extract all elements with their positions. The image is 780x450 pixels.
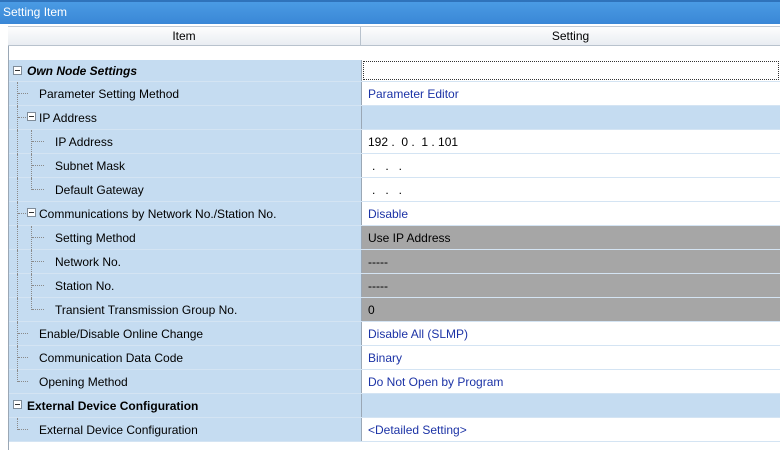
tree-row-own-node-settings[interactable]: Own Node Settings: [9, 60, 780, 82]
tree-row-transient-transmission-group[interactable]: Transient Transmission Group No. 0: [9, 298, 780, 322]
row-label: Transient Transmission Group No.: [55, 302, 238, 317]
row-label: Opening Method: [39, 374, 128, 389]
row-value: [362, 106, 780, 129]
tree-row-communication-data-code[interactable]: Communication Data Code Binary: [9, 346, 780, 370]
tree-row-external-device-group[interactable]: External Device Configuration: [9, 394, 780, 418]
row-label: Setting Method: [55, 230, 136, 245]
tree-row-parameter-setting-method[interactable]: Parameter Setting Method Parameter Edito…: [9, 82, 780, 106]
collapse-toggle-icon[interactable]: [27, 112, 36, 121]
row-value[interactable]: Disable All (SLMP): [362, 322, 780, 345]
column-header-item[interactable]: Item: [8, 27, 361, 45]
tree-row-network-no[interactable]: Network No. -----: [9, 250, 780, 274]
row-value: -----: [362, 250, 780, 273]
window-title: Setting Item: [0, 0, 780, 24]
row-label: Communication Data Code: [39, 350, 184, 365]
row-value[interactable]: Binary: [362, 346, 780, 369]
default-gateway-field[interactable]: . . .: [362, 178, 780, 201]
subnet-mask-field[interactable]: . . .: [362, 154, 780, 177]
row-label: IP Address: [39, 110, 97, 125]
row-label: External Device Configuration: [27, 398, 199, 413]
column-header-setting[interactable]: Setting: [361, 27, 780, 45]
row-label: Communications by Network No./Station No…: [39, 206, 277, 221]
tree-row-subnet-mask[interactable]: Subnet Mask . . .: [9, 154, 780, 178]
row-value: -----: [362, 274, 780, 297]
row-label: Parameter Setting Method: [39, 86, 180, 101]
tree-row-communications-by-network[interactable]: Communications by Network No./Station No…: [9, 202, 780, 226]
settings-grid: Own Node Settings Parameter Setting Meth…: [8, 46, 780, 450]
row-value: Use IP Address: [362, 226, 780, 249]
tree-row-external-device-configuration[interactable]: External Device Configuration <Detailed …: [9, 418, 780, 442]
ip-address-field[interactable]: 192 . 0 . 1 . 101: [362, 130, 780, 153]
setting-item-window: Setting Item Item Setting Own Node Setti…: [0, 0, 780, 450]
row-label: IP Address: [55, 134, 113, 149]
row-label: Station No.: [55, 278, 115, 293]
tree-row-online-change[interactable]: Enable/Disable Online Change Disable All…: [9, 322, 780, 346]
tree-row-opening-method[interactable]: Opening Method Do Not Open by Program: [9, 370, 780, 394]
row-value: 0: [362, 298, 780, 321]
tree-row-default-gateway[interactable]: Default Gateway . . .: [9, 178, 780, 202]
row-label: External Device Configuration: [39, 422, 198, 437]
collapse-toggle-icon[interactable]: [13, 400, 22, 409]
row-label: Subnet Mask: [55, 158, 126, 173]
row-label: Own Node Settings: [27, 63, 138, 78]
tree-row-station-no[interactable]: Station No. -----: [9, 274, 780, 298]
detailed-setting-link[interactable]: <Detailed Setting>: [362, 418, 780, 441]
collapse-toggle-icon[interactable]: [27, 208, 36, 217]
row-value[interactable]: Parameter Editor: [362, 82, 780, 105]
tree-row-ip-address[interactable]: IP Address 192 . 0 . 1 . 101: [9, 130, 780, 154]
row-value: [362, 394, 780, 417]
row-label: Enable/Disable Online Change: [39, 326, 204, 341]
row-value[interactable]: [362, 60, 780, 81]
tree-row-ip-address-group[interactable]: IP Address: [9, 106, 780, 130]
row-value[interactable]: Do Not Open by Program: [362, 370, 780, 393]
row-value[interactable]: Disable: [362, 202, 780, 225]
collapse-toggle-icon[interactable]: [13, 66, 22, 75]
tree-row-setting-method[interactable]: Setting Method Use IP Address: [9, 226, 780, 250]
row-label: Default Gateway: [55, 182, 144, 197]
row-label: Network No.: [55, 254, 122, 269]
column-header-row: Item Setting: [8, 26, 780, 46]
